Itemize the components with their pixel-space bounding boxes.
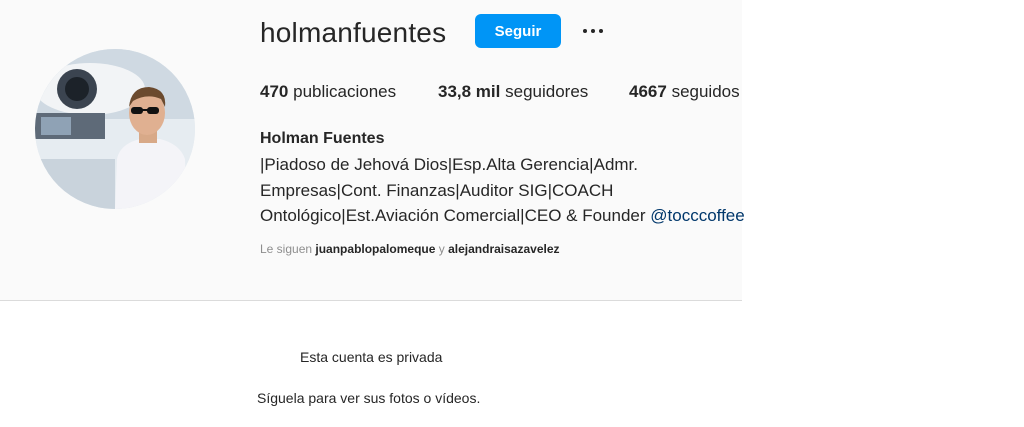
- posts-label: publicaciones: [293, 82, 397, 101]
- followed-by-user-link[interactable]: juanpablopalomeque: [315, 242, 435, 256]
- profile-avatar[interactable]: [35, 49, 195, 209]
- followed-by-prefix: Le siguen: [260, 242, 313, 256]
- section-divider: [0, 300, 742, 301]
- posts-stat: 470 publicaciones: [260, 81, 396, 103]
- private-account-subtitle: Síguela para ver sus fotos o vídeos.: [257, 390, 481, 406]
- bio-line: |Piadoso de Jehová Dios|Esp.Alta Gerenci…: [260, 155, 639, 174]
- avatar-photo: [35, 49, 195, 209]
- following-label: seguidos: [671, 82, 740, 101]
- followers-count: 33,8 mil: [438, 82, 501, 101]
- follow-button[interactable]: Seguir: [475, 14, 561, 48]
- more-horizontal-icon-dot: [591, 29, 595, 33]
- profile-username: holmanfuentes: [260, 17, 447, 48]
- bio-line: Empresas|Cont. Finanzas|Auditor SIG|COAC…: [260, 180, 614, 200]
- posts-count: 470: [260, 82, 289, 101]
- private-account-title: Esta cuenta es privada: [300, 349, 443, 365]
- followers-stat[interactable]: 33,8 mil seguidores: [438, 81, 588, 103]
- more-horizontal-icon: [583, 29, 587, 33]
- bio-line-text: Ontológico|Est.Aviación Comercial|CEO & …: [260, 206, 646, 225]
- bio-line: Ontológico|Est.Aviación Comercial|CEO & …: [260, 203, 750, 229]
- followers-label: seguidores: [505, 82, 589, 101]
- more-options-button[interactable]: [578, 17, 608, 45]
- followed-by-user-link[interactable]: alejandraisazavelez: [448, 242, 559, 256]
- following-count: 4667: [629, 82, 667, 101]
- following-stat[interactable]: 4667 seguidos: [629, 81, 740, 103]
- followed-by-conjunction: y: [438, 242, 445, 256]
- more-horizontal-icon-dot: [599, 29, 603, 33]
- profile-full-name: Holman Fuentes: [260, 130, 385, 147]
- profile-bio: |Piadoso de Jehová Dios|Esp.Alta Gerenci…: [260, 152, 750, 229]
- followed-by: Le siguen juanpablopalomeque y alejandra…: [260, 242, 560, 256]
- bio-mention-link[interactable]: @tocccoffee: [650, 206, 744, 225]
